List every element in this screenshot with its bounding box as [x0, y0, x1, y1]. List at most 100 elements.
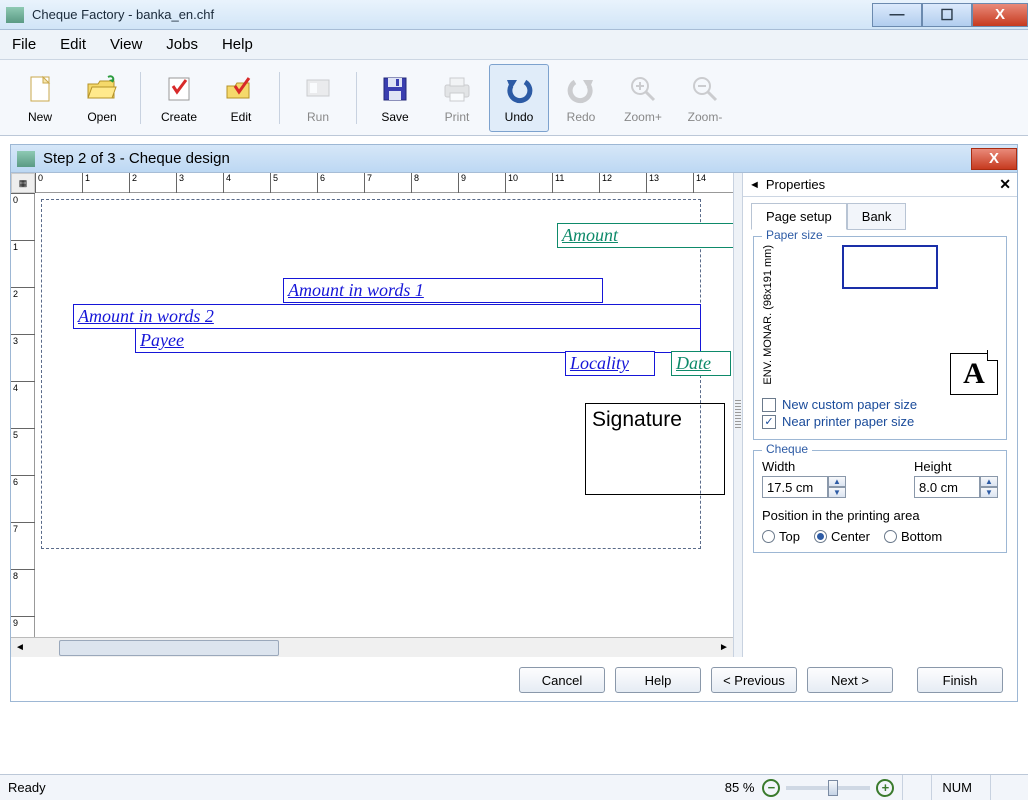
run-icon — [301, 72, 335, 106]
zoom-out-status-button[interactable]: − — [762, 779, 780, 797]
open-icon — [85, 72, 119, 106]
properties-close-button[interactable]: ✕ — [999, 176, 1011, 193]
toolbar-separator — [279, 72, 280, 124]
toolbar: New Open Create Edit Run Save Print Undo… — [0, 60, 1028, 136]
position-label: Position in the printing area — [762, 508, 998, 523]
app-icon — [6, 7, 24, 23]
ruler-corner: ▦ — [11, 173, 35, 193]
titlebar: Cheque Factory - banka_en.chf — ☐ X — [0, 0, 1028, 30]
run-button[interactable]: Run — [288, 64, 348, 132]
maximize-icon: ☐ — [940, 6, 953, 24]
spin-up-icon[interactable]: ▲ — [828, 476, 846, 487]
field-amount-words-2[interactable]: Amount in words 2 — [73, 304, 701, 329]
tab-page-setup[interactable]: Page setup — [751, 203, 847, 230]
redo-button[interactable]: Redo — [551, 64, 611, 132]
window-title: Cheque Factory - banka_en.chf — [32, 7, 214, 22]
wizard-icon — [17, 151, 35, 167]
scrollbar-thumb[interactable] — [59, 640, 279, 656]
resize-grip-icon[interactable] — [990, 775, 1020, 800]
splitter-grip-icon — [735, 400, 741, 430]
help-button[interactable]: Help — [615, 667, 701, 693]
previous-button[interactable]: < Previous — [711, 667, 797, 693]
print-button[interactable]: Print — [427, 64, 487, 132]
properties-panel: ◄ Properties ✕ Page setup Bank Paper siz… — [743, 173, 1017, 657]
menu-edit[interactable]: Edit — [56, 32, 90, 57]
minimize-button[interactable]: — — [872, 3, 922, 27]
scroll-left-icon[interactable]: ◄ — [11, 642, 29, 653]
status-num: NUM — [931, 775, 982, 800]
cancel-button[interactable]: Cancel — [519, 667, 605, 693]
zoom-out-button[interactable]: Zoom- — [675, 64, 735, 132]
menu-file[interactable]: File — [8, 32, 40, 57]
properties-title: Properties — [766, 177, 999, 192]
field-amount[interactable]: Amount — [557, 223, 733, 248]
radio-icon — [884, 530, 897, 543]
new-button[interactable]: New — [10, 64, 70, 132]
create-icon — [162, 72, 196, 106]
position-bottom-radio[interactable]: Bottom — [884, 529, 942, 544]
ruler-horizontal[interactable]: 01234567891011121314 — [35, 173, 733, 193]
field-locality[interactable]: Locality — [565, 351, 655, 376]
field-payee[interactable]: Payee — [135, 328, 701, 353]
wizard-buttons: Cancel Help < Previous Next > Finish — [11, 657, 1017, 701]
undo-button[interactable]: Undo — [489, 64, 549, 132]
field-amount-words-1[interactable]: Amount in words 1 — [283, 278, 603, 303]
new-custom-paper-checkbox[interactable]: New custom paper size — [762, 397, 998, 412]
width-spinner[interactable]: ▲▼ — [762, 476, 846, 498]
tab-bank[interactable]: Bank — [847, 203, 907, 230]
design-canvas[interactable]: Amount Amount in words 1 Amount in words… — [35, 193, 733, 637]
close-button[interactable]: X — [972, 3, 1028, 27]
menu-help[interactable]: Help — [218, 32, 257, 57]
zoom-in-status-button[interactable]: + — [876, 779, 894, 797]
spin-down-icon[interactable]: ▼ — [828, 487, 846, 498]
create-button[interactable]: Create — [149, 64, 209, 132]
cheque-legend: Cheque — [762, 442, 812, 456]
near-printer-paper-checkbox[interactable]: ✓Near printer paper size — [762, 414, 998, 429]
status-ready: Ready — [8, 780, 46, 795]
wizard-close-button[interactable]: X — [971, 148, 1017, 170]
paper-size-group: Paper size ENV. MONAR. (98x191 mm) A New… — [753, 236, 1007, 440]
redo-icon — [564, 72, 598, 106]
paper-size-legend: Paper size — [762, 228, 827, 242]
checkbox-checked-icon: ✓ — [762, 415, 776, 429]
scroll-right-icon[interactable]: ► — [715, 642, 733, 653]
position-center-radio[interactable]: Center — [814, 529, 870, 544]
height-input[interactable] — [914, 476, 980, 498]
zoom-slider[interactable] — [786, 786, 870, 790]
cheque-group: Cheque Width ▲▼ Height ▲▼ — [753, 450, 1007, 553]
status-cell — [902, 775, 923, 800]
paper-thumbnail[interactable] — [842, 245, 938, 289]
close-icon: X — [995, 6, 1005, 23]
zoom-slider-thumb[interactable] — [828, 780, 838, 796]
new-icon — [23, 72, 57, 106]
menu-view[interactable]: View — [106, 32, 146, 57]
splitter[interactable] — [733, 173, 743, 657]
horizontal-scrollbar[interactable]: ◄ ► — [11, 637, 733, 657]
open-button[interactable]: Open — [72, 64, 132, 132]
toolbar-separator — [140, 72, 141, 124]
status-bar: Ready 85 % − + NUM — [0, 774, 1028, 800]
paper-name-label: ENV. MONAR. (98x191 mm) — [762, 245, 774, 385]
position-top-radio[interactable]: Top — [762, 529, 800, 544]
zoom-in-button[interactable]: Zoom+ — [613, 64, 673, 132]
wizard-window: Step 2 of 3 - Cheque design X ▦ 01234567… — [10, 144, 1018, 702]
finish-button[interactable]: Finish — [917, 667, 1003, 693]
checkbox-icon — [762, 398, 776, 412]
field-signature[interactable]: Signature — [585, 403, 725, 495]
spin-up-icon[interactable]: ▲ — [980, 476, 998, 487]
next-button[interactable]: Next > — [807, 667, 893, 693]
maximize-button[interactable]: ☐ — [922, 3, 972, 27]
minimize-icon: — — [890, 6, 905, 23]
spin-down-icon[interactable]: ▼ — [980, 487, 998, 498]
field-date[interactable]: Date — [671, 351, 731, 376]
height-spinner[interactable]: ▲▼ — [914, 476, 998, 498]
save-button[interactable]: Save — [365, 64, 425, 132]
edit-button[interactable]: Edit — [211, 64, 271, 132]
width-label: Width — [762, 459, 846, 474]
ruler-vertical[interactable]: 0123456789 — [11, 193, 35, 637]
collapse-icon[interactable]: ◄ — [749, 179, 760, 191]
menu-jobs[interactable]: Jobs — [162, 32, 202, 57]
toolbar-separator — [356, 72, 357, 124]
width-input[interactable] — [762, 476, 828, 498]
orientation-icon[interactable]: A — [950, 353, 998, 395]
